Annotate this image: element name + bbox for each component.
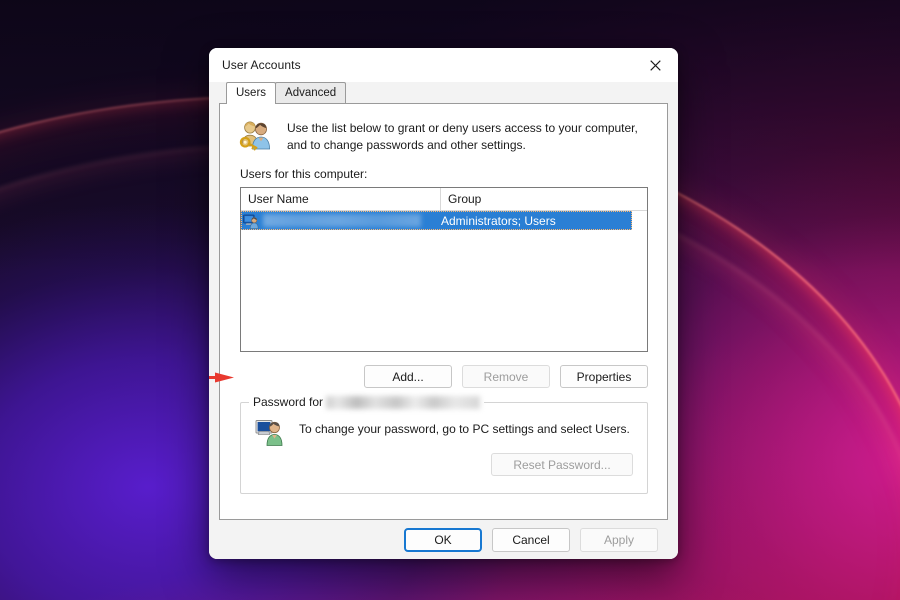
column-header-group[interactable]: Group xyxy=(441,188,647,210)
apply-button[interactable]: Apply xyxy=(580,528,658,552)
user-computer-icon xyxy=(243,213,259,229)
add-button[interactable]: Add... xyxy=(364,365,452,388)
listview-header: User Name Group xyxy=(241,188,647,211)
password-groupbox-legend: Password for xyxy=(249,395,484,409)
tab-strip: Users Advanced xyxy=(209,82,678,103)
row-username-redacted xyxy=(263,214,421,227)
close-icon xyxy=(650,60,661,71)
password-groupbox: Password for To change your password, go… xyxy=(240,402,648,494)
close-button[interactable] xyxy=(633,48,678,82)
dialog-titlebar[interactable]: User Accounts xyxy=(209,48,678,82)
users-list-label: Users for this computer: xyxy=(220,167,667,181)
users-key-icon xyxy=(239,119,273,152)
properties-button[interactable]: Properties xyxy=(560,365,648,388)
row-group: Administrators; Users xyxy=(441,214,556,228)
dialog-footer: OK Cancel Apply xyxy=(209,520,678,559)
tab-users-label: Users xyxy=(236,87,266,99)
reset-password-button[interactable]: Reset Password... xyxy=(491,453,633,476)
dialog-title: User Accounts xyxy=(222,58,301,72)
users-listview[interactable]: User Name Group Administrators; Users xyxy=(240,187,648,352)
cancel-button[interactable]: Cancel xyxy=(492,528,570,552)
intro-block: Use the list below to grant or deny user… xyxy=(220,104,667,153)
password-button-row: Reset Password... xyxy=(241,453,647,476)
ok-button[interactable]: OK xyxy=(404,528,482,552)
password-instruction-text: To change your password, go to PC settin… xyxy=(299,422,630,436)
list-action-buttons: Add... Remove Properties xyxy=(240,365,648,388)
user-accounts-dialog: User Accounts Users Advanced xyxy=(209,48,678,559)
remove-button[interactable]: Remove xyxy=(462,365,550,388)
column-header-user-name[interactable]: User Name xyxy=(241,188,441,210)
tab-advanced-label: Advanced xyxy=(285,87,336,99)
user-monitor-icon xyxy=(255,417,285,447)
users-tab-panel: Use the list below to grant or deny user… xyxy=(219,103,668,520)
password-group-content: To change your password, go to PC settin… xyxy=(241,403,647,447)
table-row[interactable]: Administrators; Users xyxy=(241,211,632,230)
tab-users[interactable]: Users xyxy=(226,82,276,104)
listview-body: Administrators; Users xyxy=(241,211,647,351)
tab-advanced[interactable]: Advanced xyxy=(275,82,346,103)
intro-description: Use the list below to grant or deny user… xyxy=(287,120,647,153)
password-legend-prefix: Password for xyxy=(253,395,323,409)
red-arrow-annotation xyxy=(209,372,235,383)
password-legend-username-redacted xyxy=(326,396,480,409)
